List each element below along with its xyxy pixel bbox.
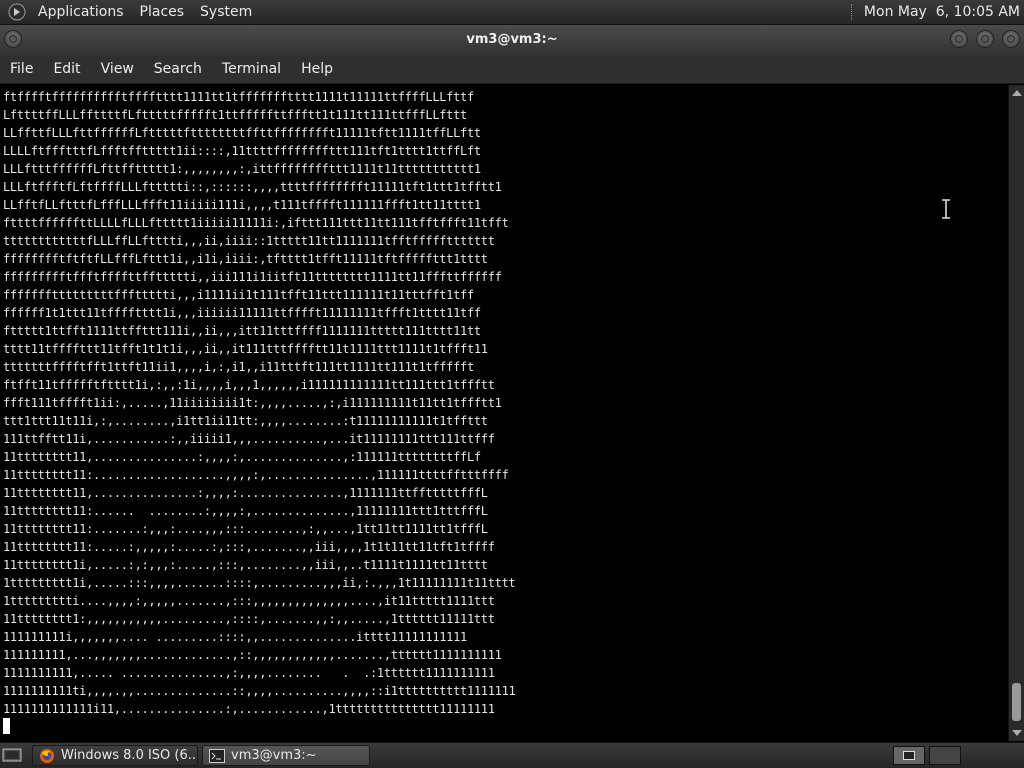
workspace-2[interactable] xyxy=(929,746,961,765)
terminal-line: LfttttffLLLffttttfLftttttffffft1ttffffft… xyxy=(3,108,467,122)
taskbar-terminal-label: vm3@vm3:~ xyxy=(231,748,317,763)
minimize-icon[interactable] xyxy=(950,30,968,48)
menu-edit[interactable]: Edit xyxy=(43,61,90,77)
terminal-icon xyxy=(209,748,225,763)
terminal-line: 1111111111111i11,...............:,......… xyxy=(3,702,495,716)
maximize-icon[interactable] xyxy=(976,30,994,48)
terminal-line: 11tttttttt11:.....:,,,,,:.....:,:::,....… xyxy=(3,540,495,554)
terminal-line: ffffffftttttttttfffttttti,,,i1111ii1t111… xyxy=(3,288,474,302)
terminal-line: ttt1ttt11t11i,:,........,i1tt1ii11tt:,,,… xyxy=(3,414,488,428)
terminal-line: tttttttfffftfft1ttft11ii1,,,,i,:,i1,,i11… xyxy=(3,360,474,374)
terminal-line: 11tttttttt11,...............:,,,,:......… xyxy=(3,486,488,500)
terminal-line: 11tttttttt11,...............:,,,,:,.....… xyxy=(3,450,481,464)
firefox-icon xyxy=(40,748,54,763)
taskbar-firefox-label: Windows 8.0 ISO (6... xyxy=(61,748,198,763)
close-icon[interactable] xyxy=(1002,30,1020,48)
terminal-line: ffffffffftffftffffttffttttti,,iii111i1ii… xyxy=(3,270,502,284)
terminal-line: fttttffffffttLLLLfLLLfttttt1iiiii11111i:… xyxy=(3,216,509,230)
terminal-line: ffft111tfffft1ii:,.....,11iiiiiiii1t:,,,… xyxy=(3,396,502,410)
terminal-line: LLLLftffftttfLffftffttttt1ii::::,11ttttf… xyxy=(3,144,481,158)
menu-search[interactable]: Search xyxy=(144,61,212,77)
terminal-line: fffffffftftftfLLfffLfttt1i,,i1i,iiii:,tf… xyxy=(3,252,488,266)
workspace-1[interactable] xyxy=(893,746,925,765)
terminal-menubar: File Edit View Search Terminal Help xyxy=(0,55,1024,84)
menu-file[interactable]: File xyxy=(0,61,43,77)
terminal-output[interactable]: ftfffftfffffffffftfffftttt1111tt1tffffff… xyxy=(0,85,1008,741)
bottom-taskbar: Windows 8.0 ISO (6... vm3@vm3:~ xyxy=(0,742,1024,768)
scroll-up-icon[interactable] xyxy=(1012,90,1022,96)
terminal-line: ffffff1t1ttt11tfffftttt1i,,,iiiiii11111t… xyxy=(3,306,481,320)
terminal-line: 11tttttttt11:...................,,,,:,..… xyxy=(3,468,509,482)
terminal-line: 1ttttttttt1i,.....:::,,,,.......::::,...… xyxy=(3,576,516,590)
window-title: vm3@vm3:~ xyxy=(466,32,558,47)
places-menu[interactable]: Places xyxy=(140,4,185,20)
terminal-line: ftfft11tffffftftttt1i,:,,:1i,,,,i,,,1,,,… xyxy=(3,378,495,392)
system-menu[interactable]: System xyxy=(200,4,252,20)
scrollbar-thumb[interactable] xyxy=(1012,683,1021,721)
workspace-window-thumb xyxy=(903,751,915,760)
terminal-line: ttttttttttttfLLLffLLftttti,,,ii,iiii::1t… xyxy=(3,234,495,248)
menu-view[interactable]: View xyxy=(91,61,144,77)
terminal-line: 1ttttttttti....,,,,:,,,,,.......,:::,,,,… xyxy=(3,594,495,608)
terminal-line: LLfftfLLftttfLfffLLLffft11iiiii111i,,,,t… xyxy=(3,198,481,212)
terminal-line: 1111111111ti,,,,.,,..............::,,,,.… xyxy=(3,684,516,698)
menu-help[interactable]: Help xyxy=(291,61,343,77)
terminal-text: ftfffftfffffffffftfffftttt1111tt1tffffff… xyxy=(0,85,1008,718)
taskbar-terminal[interactable]: vm3@vm3:~ xyxy=(202,745,370,766)
terminal-scrollbar[interactable] xyxy=(1008,85,1024,741)
clock[interactable]: Mon May 6, 10:05 AM xyxy=(864,4,1020,20)
ibeam-cursor-icon xyxy=(942,199,950,219)
terminal-line: 111ttfftt11i,...........:,,iiiii1,,,....… xyxy=(3,432,495,446)
terminal-line: 111111111i,,,,,,,.... .........::::,,...… xyxy=(3,630,467,644)
terminal-line: tttt11tffffttt11tfft1t1t1i,,,ii,,it111tt… xyxy=(3,342,488,356)
terminal-line: 11tttttttt11:.......:,,,:....,,,:::.....… xyxy=(3,522,488,536)
top-panel: Applications Places System Mon May 6, 10… xyxy=(0,0,1024,25)
text-cursor xyxy=(3,718,10,734)
terminal-line: 111111111,...,,,,,,,.............,::,,,,… xyxy=(3,648,502,662)
terminal-line: LLLftffftfLftffffLLLfttttti::,::::::,,,,… xyxy=(3,180,502,194)
menu-terminal[interactable]: Terminal xyxy=(212,61,291,77)
gnome-foot-icon[interactable] xyxy=(8,3,26,21)
terminal-line: LLffttfLLLfttffffffLftttttfttttttttffttf… xyxy=(3,126,481,140)
terminal-line: ftfffftfffffffffftfffftttt1111tt1tffffff… xyxy=(3,90,474,104)
taskbar-firefox[interactable]: Windows 8.0 ISO (6... xyxy=(32,745,198,766)
terminal-line: LLLftttffffffLfttffttttt1:,,,,,,,,:,ittf… xyxy=(3,162,481,176)
show-desktop-icon[interactable] xyxy=(2,747,22,763)
terminal-line: 11tttttttt11:...... ........:,,,,:,.....… xyxy=(3,504,488,518)
panel-separator xyxy=(850,4,854,20)
terminal-line: 11tttttttt1i,.....:,:,,,:.....,:::,.....… xyxy=(3,558,488,572)
applications-menu[interactable]: Applications xyxy=(38,4,124,20)
window-titlebar[interactable]: vm3@vm3:~ xyxy=(0,25,1024,55)
terminal-line: fttttt1ttfft1111ttffttt111i,,ii,,,itt11t… xyxy=(3,324,481,338)
scroll-down-icon[interactable] xyxy=(1012,730,1022,736)
terminal-line: 11tttttttt1:,,,,,,,,,,,.........,::::,..… xyxy=(3,612,495,626)
terminal-line: 1111111111,..... ...............,:,,,,..… xyxy=(3,666,495,680)
